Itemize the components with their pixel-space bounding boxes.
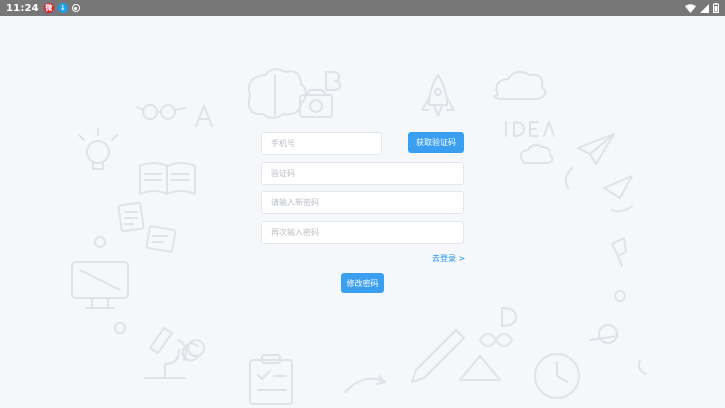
status-time: 11:24 — [6, 2, 39, 14]
cloud-doodle-small — [519, 144, 554, 164]
paper-plane-doodle — [577, 133, 615, 165]
glasses-doodle — [136, 104, 186, 120]
record-icon — [71, 4, 80, 12]
paper-plane-doodle-2 — [603, 175, 633, 199]
clipboard-doodle — [249, 354, 293, 405]
brain-doodle — [247, 68, 307, 119]
monitor-doodle — [71, 261, 129, 309]
verification-code-input[interactable] — [261, 162, 464, 185]
lightbulb-doodle — [78, 128, 118, 170]
triangle-ruler-doodle — [459, 355, 501, 381]
wifi-icon — [685, 3, 696, 13]
clock-doodle — [534, 353, 580, 399]
battery-icon — [713, 3, 719, 13]
idea-doodle — [505, 121, 555, 137]
phone-input[interactable] — [261, 132, 382, 155]
new-password-input[interactable] — [261, 191, 464, 214]
letter-d-doodle — [501, 307, 517, 327]
letter-b-doodle — [325, 71, 341, 91]
signal-icon — [700, 3, 709, 13]
go-login-link[interactable]: 去登录 > — [432, 253, 465, 264]
get-code-button[interactable]: 获取验证码 — [408, 132, 464, 153]
donut-doodle — [598, 324, 618, 344]
confirm-password-input[interactable] — [261, 221, 464, 244]
book-doodle — [139, 162, 196, 195]
gear-doodle — [94, 236, 106, 248]
status-bar: 11:24 微 ↓ — [0, 0, 725, 16]
cloud-doodle — [493, 70, 547, 100]
letter-a-doodle — [195, 105, 213, 127]
flower-doodle — [614, 290, 626, 302]
infinity-doodle — [479, 333, 513, 347]
status-right-icons — [685, 3, 719, 13]
submit-change-password-button[interactable]: 修改密码 — [341, 273, 384, 293]
download-icon: ↓ — [57, 3, 68, 13]
microscope-doodle — [144, 327, 187, 379]
notes-doodle — [117, 201, 177, 253]
arrow-doodle — [344, 375, 386, 393]
camera-doodle — [299, 89, 333, 118]
tie-doodle — [611, 237, 627, 267]
pencil-doodle — [411, 329, 465, 383]
weibo-icon: 微 — [43, 3, 54, 13]
